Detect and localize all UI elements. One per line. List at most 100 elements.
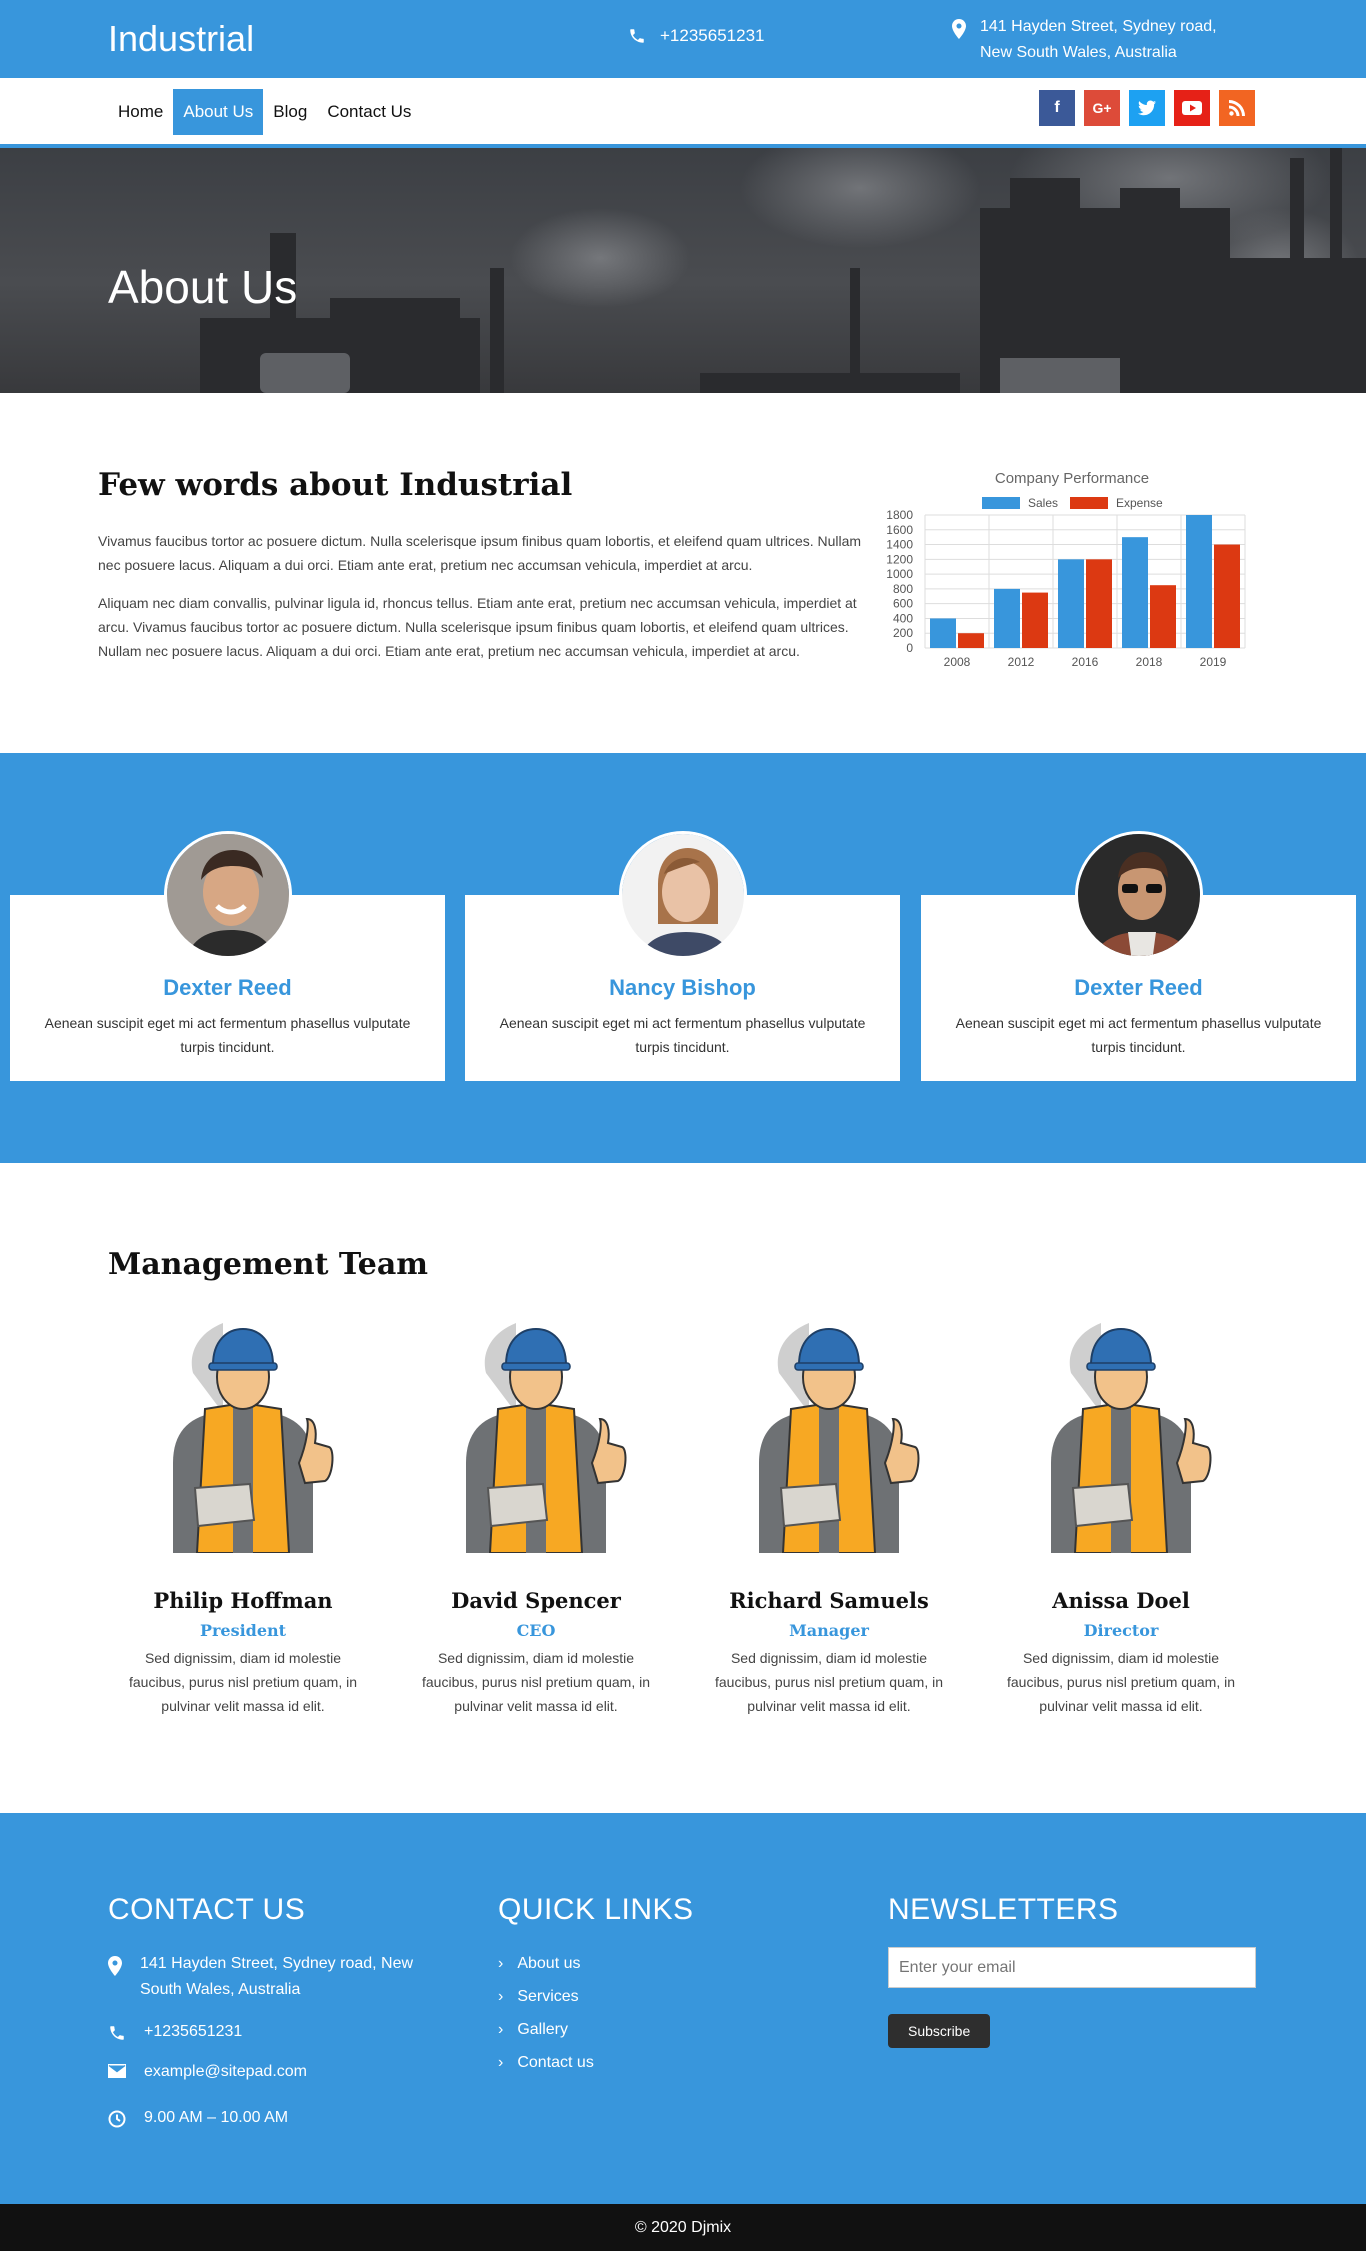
quick-links-heading: QUICK LINKS [498,1893,694,1926]
x-tick-label: 2012 [1008,655,1035,669]
contact-address-text: 141 Hayden Street, Sydney road, New Sout… [140,1955,414,1998]
team-card: Nancy Bishop Aenean suscipit eget mi act… [465,831,900,1081]
about-paragraph-2: Aliquam nec diam convallis, pulvinar lig… [98,595,857,659]
contact-hours-text: 9.00 AM – 10.00 AM [144,2109,289,2126]
bar-expense [1150,585,1176,648]
youtube-icon[interactable] [1174,90,1210,126]
management-heading: Management Team [108,1247,429,1282]
page-title: About Us [108,261,298,313]
team-member-name: Dexter Reed [163,975,292,1000]
about-heading: Few words about Industrial [98,467,573,503]
subscribe-button[interactable]: Subscribe [888,2014,991,2048]
envelope-icon [108,2064,126,2078]
team-avatar [1074,831,1203,959]
nav-item-blog[interactable]: Blog [263,89,317,135]
worker-illustration [173,1323,334,1554]
about-section: Few words about Industrial Vivamus fauci… [0,393,1366,753]
worker-illustration [466,1323,627,1554]
twitter-icon[interactable] [1129,90,1165,126]
quick-link-contact-us[interactable]: › Contact us [498,2054,798,2072]
newsletter-heading: NEWSLETTERS [888,1893,1119,1926]
footer-newsletter: NEWSLETTERS Subscribe [888,1893,1258,2048]
quick-link-services[interactable]: › Services [498,1988,798,2006]
team-member-name: Dexter Reed [1074,975,1203,1000]
management-member: Philip Hoffman President Sed dignissim, di… [123,1313,363,1718]
bar-expense [1086,559,1112,648]
quick-link-gallery[interactable]: › Gallery [498,2021,798,2039]
bar-sales [994,588,1020,648]
bar-sales [1186,515,1212,648]
header-phone-text: +1235651231 [660,26,765,45]
contact-address: 141 Hayden Street, Sydney road, New Sout… [108,1951,448,2003]
team-card: Dexter Reed Aenean suscipit eget mi act … [10,831,445,1081]
member-description: Sed dignissim, diam id molestie faucibus… [715,1650,943,1714]
legend-swatch [1070,497,1108,509]
x-tick-label: 2019 [1200,655,1227,669]
team-avatar [618,831,747,959]
management-section: Management Team Philip Hoffman President S… [0,1163,1366,1813]
y-tick-label: 1400 [886,538,913,552]
chevron-right-icon: › [498,1988,504,2005]
team-member-description: Aenean suscipit eget mi act fermentum ph… [499,1015,866,1055]
member-role: Manager [789,1621,869,1640]
footer-quick-links: QUICK LINKS › About us › Services › Gallery… [498,1893,798,2072]
footer-contact: CONTACT US 141 Hayden Street, Sydney roa… [108,1893,448,2131]
y-tick-label: 1000 [886,567,913,581]
clock-icon [108,2110,126,2128]
quick-link-about-us[interactable]: › About us [498,1955,798,1973]
member-description: Sed dignissim, diam id molestie faucibus… [129,1650,357,1714]
y-tick-label: 800 [893,582,913,596]
team-avatar [163,831,292,959]
contact-hours: 9.00 AM – 10.00 AM [108,2105,448,2131]
x-tick-label: 2016 [1072,655,1099,669]
contact-phone-text: +1235651231 [144,2023,243,2040]
rss-icon[interactable] [1219,90,1255,126]
team-member-description: Aenean suscipit eget mi act fermentum ph… [955,1015,1322,1055]
member-role: CEO [516,1621,556,1640]
bar-expense [958,633,984,648]
y-tick-label: 200 [893,626,913,640]
legend-label: Sales [1028,496,1058,510]
member-description: Sed dignissim, diam id molestie faucibus… [422,1650,650,1714]
chevron-right-icon: › [498,2054,504,2071]
team-card: Dexter Reed Aenean suscipit eget mi act … [921,831,1356,1081]
google-plus-icon[interactable]: G+ [1084,90,1120,126]
nav-item-home[interactable]: Home [108,89,173,135]
nav-item-about-us[interactable]: About Us [173,89,264,135]
member-name: Philip Hoffman [153,1588,333,1613]
company-performance-chart: Company Performance Sales Expense 020040060… [886,470,1246,669]
location-pin-icon [952,19,966,39]
social-links: f G+ [1039,90,1255,126]
contact-phone: +1235651231 [108,2019,448,2045]
header-address: 141 Hayden Street, Sydney road, New Sout… [952,14,1252,66]
member-description: Sed dignissim, diam id molestie faucibus… [1007,1650,1235,1714]
legend-label: Expense [1116,496,1163,510]
bar-expense [1214,544,1240,648]
bar-sales [1122,537,1148,648]
facebook-icon[interactable]: f [1039,90,1075,126]
bar-sales [930,618,956,648]
y-tick-label: 0 [906,641,913,655]
brand-logo[interactable]: Industrial [108,18,254,60]
member-role: President [199,1621,287,1640]
x-tick-label: 2018 [1136,655,1163,669]
nav-item-contact-us[interactable]: Contact Us [317,89,421,135]
contact-heading: CONTACT US [108,1893,306,1926]
nav-menu: Home About Us Blog Contact Us [108,89,421,135]
contact-email-text[interactable]: example@sitepad.com [144,2059,307,2085]
footer: CONTACT US 141 Hayden Street, Sydney roa… [0,1813,1366,2204]
chevron-right-icon: › [498,1955,504,1972]
about-paragraph-1: Vivamus faucibus tortor ac posuere dictu… [98,533,862,573]
contact-email: example@sitepad.com [108,2059,448,2085]
hero-banner: About Us [0,148,1366,393]
copyright: © 2020 Djmix [0,2204,1366,2251]
newsletter-email-input[interactable] [888,1947,1256,1988]
member-name: Richard Samuels [729,1588,929,1613]
main-navigation: Home About Us Blog Contact Us f G+ [0,78,1366,148]
phone-icon [110,2026,124,2040]
member-name: David Spencer [451,1588,621,1613]
management-member: David Spencer CEO Sed dignissim, diam id m… [416,1313,656,1718]
legend-swatch [982,497,1020,509]
phone-icon [630,29,644,43]
y-tick-label: 1200 [886,552,913,566]
